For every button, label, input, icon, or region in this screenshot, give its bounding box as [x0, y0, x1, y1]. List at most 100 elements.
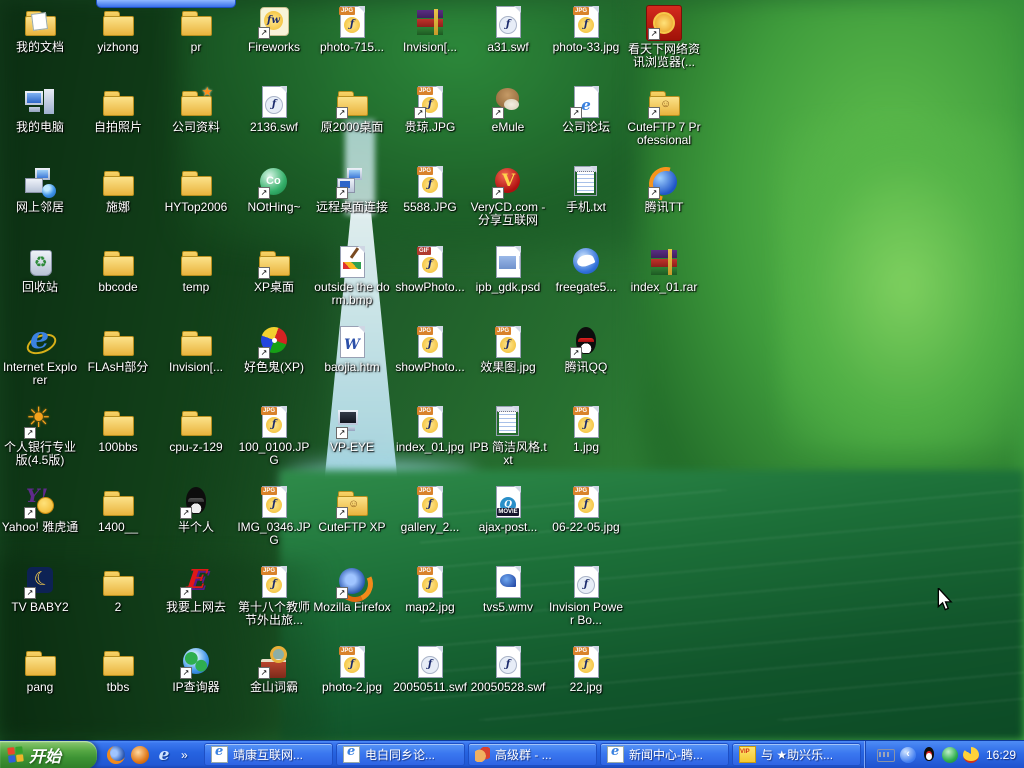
desktop-icon[interactable]: ☺↗CuteFTP XP — [313, 485, 391, 534]
desktop-icon[interactable]: JPG22.jpg — [547, 645, 625, 694]
desktop-icon[interactable]: 手机.txt — [547, 165, 625, 214]
taskbar-task-button[interactable]: 新闻中心-腾... — [600, 743, 729, 766]
desktop-icon[interactable]: Invision[... — [157, 325, 235, 374]
desktop-icon[interactable]: 2136.swf — [235, 85, 313, 134]
ie-quicklaunch-icon[interactable]: e — [155, 746, 173, 764]
desktop-icon[interactable]: 我的电脑 — [1, 85, 79, 134]
taskbar-task-button[interactable]: 与 ★助兴乐... — [732, 743, 861, 766]
fw-glyph-icon — [266, 417, 282, 433]
desktop-icon[interactable]: ↗Mozilla Firefox — [313, 565, 391, 614]
desktop-icon[interactable]: JPGgallery_2... — [391, 485, 469, 534]
desktop-icon[interactable]: JPGindex_01.jpg — [391, 405, 469, 454]
desktop-icon[interactable]: bbcode — [79, 245, 157, 294]
desktop-icon[interactable]: Internet Explorer — [1, 325, 79, 387]
desktop-icon[interactable]: outside the dorm.bmp — [313, 245, 391, 307]
desktop-icon[interactable]: pang — [1, 645, 79, 694]
desktop-icon[interactable]: ↗eMule — [469, 85, 547, 134]
quicklaunch-chevron-icon[interactable]: » — [181, 748, 188, 762]
desktop-icon[interactable]: Invision[... — [391, 5, 469, 54]
file-type-badge: JPG — [417, 487, 433, 495]
desktop-icon[interactable]: ↗金山词霸 — [235, 645, 313, 694]
desktop-icon[interactable]: tbbs — [79, 645, 157, 694]
desktop-icon[interactable]: ↗XP桌面 — [235, 245, 313, 294]
qq-tray-icon[interactable] — [921, 747, 937, 763]
desktop-icon[interactable]: ↗VP-EYE — [313, 405, 391, 454]
desktop-icon[interactable]: 20050511.swf — [391, 645, 469, 694]
desktop-icon[interactable]: JPG↗贵琼.JPG — [391, 85, 469, 134]
taskbar-task-button[interactable]: 靖康互联网... — [204, 743, 333, 766]
firefox-quicklaunch-icon[interactable] — [107, 746, 125, 764]
desktop-icon[interactable]: ↗IP查询器 — [157, 645, 235, 694]
desktop-icon[interactable]: JPG100_0100.JPG — [235, 405, 313, 467]
desktop-icon[interactable]: HYTop2006 — [157, 165, 235, 214]
desktop-icon[interactable]: baojia.htm — [313, 325, 391, 374]
input-method-icon[interactable] — [877, 749, 895, 762]
tray-collapse-chevron-icon[interactable]: ‹ — [900, 747, 916, 763]
desktop-icon[interactable]: 20050528.swf — [469, 645, 547, 694]
desktop-icon[interactable]: ↗Yahoo! 雅虎通 — [1, 485, 79, 534]
desktop-icon[interactable]: JPGshowPhoto... — [391, 325, 469, 374]
desktop-icon[interactable]: JPG06-22-05.jpg — [547, 485, 625, 534]
desktop-icon[interactable]: 回收站 — [1, 245, 79, 294]
desktop-icon[interactable]: 100bbs — [79, 405, 157, 454]
desktop-icon[interactable]: JPGmap2.jpg — [391, 565, 469, 614]
fw-glyph-icon — [500, 337, 516, 353]
desktop-icon[interactable]: 2 — [79, 565, 157, 614]
desktop-icon[interactable]: ↗好色鬼(XP) — [235, 325, 313, 374]
desktop-icon[interactable]: ↗看天下网络资讯浏览器(... — [625, 5, 703, 69]
desktop-icon[interactable]: ↗TV BABY2 — [1, 565, 79, 614]
desktop-icon[interactable]: a31.swf — [469, 5, 547, 54]
fw-glyph-icon — [422, 497, 438, 513]
desktop-icon-label: 个人银行专业版(4.5版) — [1, 441, 79, 467]
shortcut-arrow-icon: ↗ — [180, 667, 192, 679]
desktop-icon[interactable]: ↗我要上网去 — [157, 565, 235, 614]
tray-clock[interactable]: 16:29 — [986, 748, 1016, 762]
desktop-icon[interactable]: ★公司资料 — [157, 85, 235, 134]
desktop-icon[interactable]: tvs5.wmv — [469, 565, 547, 614]
desktop-icon[interactable]: yizhong — [79, 5, 157, 54]
messenger-tray-icon[interactable] — [942, 747, 958, 763]
taskbar-task-button[interactable]: 高级群 - ... — [468, 743, 597, 766]
desktop-icon[interactable]: ipb_gdk.psd — [469, 245, 547, 294]
desktop-icon[interactable]: cpu-z-129 — [157, 405, 235, 454]
desktop-icon[interactable]: JPGIMG_0346.JPG — [235, 485, 313, 547]
app-quicklaunch-icon[interactable] — [131, 746, 149, 764]
desktop-icon[interactable]: temp — [157, 245, 235, 294]
desktop-icon[interactable]: JPG效果图.jpg — [469, 325, 547, 374]
desktop-icon[interactable]: ↗个人银行专业版(4.5版) — [1, 405, 79, 467]
desktop-icon[interactable]: MOVIEajax-post... — [469, 485, 547, 534]
desktop-icon[interactable]: ↗原2000桌面 — [313, 85, 391, 134]
desktop-icon[interactable]: freegate5... — [547, 245, 625, 294]
desktop-icon[interactable]: JPG第十八个教师节外出旅... — [235, 565, 313, 627]
desktop-icon[interactable]: FLAsH部分 — [79, 325, 157, 374]
start-button[interactable]: 开始 — [0, 741, 97, 768]
desktop-icon[interactable]: JPGphoto-2.jpg — [313, 645, 391, 694]
desktop[interactable]: 我的文档yizhongpr↗FireworksJPGphoto-715...In… — [0, 0, 1024, 768]
desktop-icon[interactable]: IPB 简洁风格.txt — [469, 405, 547, 467]
desktop-icon[interactable]: ☺↗CuteFTP 7 Professional — [625, 85, 703, 147]
desktop-icon[interactable]: pr — [157, 5, 235, 54]
desktop-icon[interactable]: JPGphoto-715... — [313, 5, 391, 54]
desktop-icon[interactable]: ↗远程桌面连接 — [313, 165, 391, 214]
desktop-icon[interactable]: JPG5588.JPG — [391, 165, 469, 214]
desktop-icon[interactable]: index_01.rar — [625, 245, 703, 294]
desktop-icon[interactable]: 1400__ — [79, 485, 157, 534]
desktop-icon[interactable]: ↗NOtHing~ — [235, 165, 313, 214]
desktop-icon[interactable]: ↗半个人 — [157, 485, 235, 534]
taskbar-task-button[interactable]: 电白同乡论... — [336, 743, 465, 766]
desktop-icon[interactable]: 施娜 — [79, 165, 157, 214]
desktop-icon[interactable]: Invision Power Bo... — [547, 565, 625, 627]
desktop-icon[interactable]: JPGphoto-33.jpg — [547, 5, 625, 54]
desktop-icon[interactable]: ↗VeryCD.com - 分享互联网 — [469, 165, 547, 227]
desktop-icon[interactable]: ↗腾讯TT — [625, 165, 703, 214]
downloader-tray-icon[interactable] — [963, 747, 979, 763]
desktop-icon[interactable]: 我的文档 — [1, 5, 79, 54]
desktop-icon[interactable]: ↗公司论坛 — [547, 85, 625, 134]
desktop-icon[interactable]: ↗Fireworks — [235, 5, 313, 54]
desktop-icon[interactable]: ↗腾讯QQ — [547, 325, 625, 374]
desktop-icon[interactable]: GIFshowPhoto... — [391, 245, 469, 294]
folder-icon — [101, 85, 135, 119]
desktop-icon[interactable]: 自拍照片 — [79, 85, 157, 134]
desktop-icon[interactable]: 网上邻居 — [1, 165, 79, 214]
desktop-icon[interactable]: JPG1.jpg — [547, 405, 625, 454]
